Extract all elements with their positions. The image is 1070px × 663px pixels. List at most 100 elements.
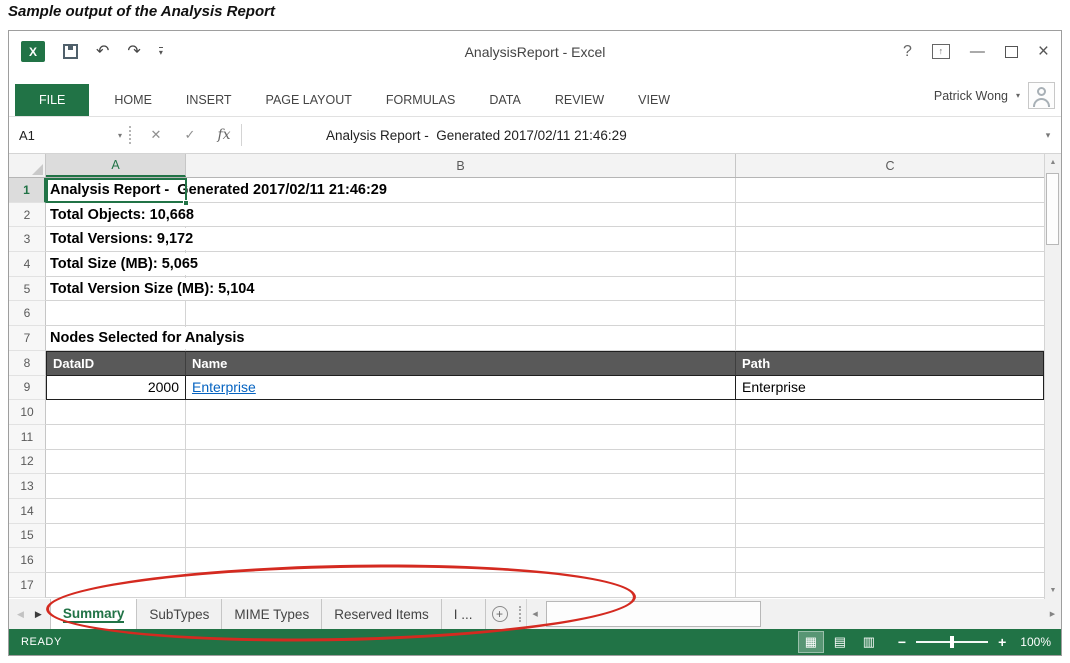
ribbon-display-options-icon[interactable]: ↑ <box>932 44 950 59</box>
tab-home[interactable]: HOME <box>97 84 169 116</box>
tab-data[interactable]: DATA <box>472 84 537 116</box>
minimize-button[interactable]: — <box>970 44 985 59</box>
cell-B15[interactable] <box>186 524 736 549</box>
cell-C11[interactable] <box>736 425 1044 450</box>
cell-B3[interactable] <box>186 227 736 252</box>
row-header-16[interactable]: 16 <box>9 548 46 573</box>
cell-C13[interactable] <box>736 474 1044 499</box>
cell-A11[interactable] <box>46 425 186 450</box>
tab-bar-splitter[interactable] <box>519 606 521 622</box>
zoom-slider-thumb[interactable] <box>950 636 954 648</box>
sheet-tab-reserved-items[interactable]: Reserved Items <box>322 599 442 629</box>
row-header-17[interactable]: 17 <box>9 573 46 598</box>
row-header-12[interactable]: 12 <box>9 450 46 475</box>
customize-qat-icon[interactable]: ▾ <box>159 47 163 57</box>
cell-A12[interactable] <box>46 450 186 475</box>
insert-function-icon[interactable]: fx <box>207 117 241 153</box>
tab-page-layout[interactable]: PAGE LAYOUT <box>249 84 369 116</box>
cell-C16[interactable] <box>736 548 1044 573</box>
cell-C17[interactable] <box>736 573 1044 598</box>
cell-B8[interactable]: Name <box>186 351 736 376</box>
sheet-tab-subtypes[interactable]: SubTypes <box>137 599 222 629</box>
tab-insert[interactable]: INSERT <box>169 84 249 116</box>
row-header-7[interactable]: 7 <box>9 326 46 351</box>
undo-icon[interactable]: ↶ <box>96 44 109 60</box>
cell-C10[interactable] <box>736 400 1044 425</box>
cell-B16[interactable] <box>186 548 736 573</box>
row-header-10[interactable]: 10 <box>9 400 46 425</box>
cell-B5[interactable] <box>186 277 736 302</box>
scroll-left-icon[interactable]: ◀ <box>527 599 544 629</box>
sheet-tab-i-[interactable]: I ... <box>442 599 486 629</box>
cell-A15[interactable] <box>46 524 186 549</box>
cell-C9[interactable]: Enterprise <box>736 376 1044 401</box>
cell-A16[interactable] <box>46 548 186 573</box>
tab-review[interactable]: REVIEW <box>538 84 621 116</box>
cell-A17[interactable] <box>46 573 186 598</box>
page-break-view-icon[interactable]: ▥ <box>857 632 881 652</box>
select-all-corner[interactable] <box>9 154 46 177</box>
row-header-2[interactable]: 2 <box>9 203 46 228</box>
cell-B9[interactable]: Enterprise <box>186 376 736 401</box>
zoom-level[interactable]: 100% <box>1020 635 1051 649</box>
horizontal-scrollbar[interactable]: ◀ ▶ <box>526 599 1061 629</box>
tab-formulas[interactable]: FORMULAS <box>369 84 472 116</box>
zoom-out-button[interactable]: − <box>898 634 906 650</box>
cell-B2[interactable] <box>186 203 736 228</box>
scroll-up-icon[interactable]: ▲ <box>1045 154 1061 171</box>
name-box[interactable]: A1 ▾ <box>9 117 129 153</box>
row-header-14[interactable]: 14 <box>9 499 46 524</box>
cell-C3[interactable] <box>736 227 1044 252</box>
horizontal-scroll-thumb[interactable] <box>546 601 761 627</box>
row-header-8[interactable]: 8 <box>9 351 46 376</box>
cell-C14[interactable] <box>736 499 1044 524</box>
cell-C15[interactable] <box>736 524 1044 549</box>
cell-B6[interactable] <box>186 301 736 326</box>
cell-A6[interactable] <box>46 301 186 326</box>
cell-C8[interactable]: Path <box>736 351 1044 376</box>
row-header-13[interactable]: 13 <box>9 474 46 499</box>
row-header-4[interactable]: 4 <box>9 252 46 277</box>
redo-icon[interactable]: ↷ <box>127 44 140 60</box>
cell-A13[interactable] <box>46 474 186 499</box>
column-header-C[interactable]: C <box>736 154 1044 177</box>
cell-B12[interactable] <box>186 450 736 475</box>
zoom-slider[interactable] <box>916 641 988 643</box>
sheet-tab-summary[interactable]: Summary <box>50 599 138 629</box>
tab-file[interactable]: FILE <box>15 84 89 116</box>
save-icon[interactable] <box>63 44 78 59</box>
zoom-in-button[interactable]: + <box>998 634 1006 650</box>
cell-C1[interactable] <box>736 178 1044 203</box>
cell-B11[interactable] <box>186 425 736 450</box>
help-button[interactable]: ? <box>903 43 912 61</box>
excel-logo-icon[interactable]: X <box>21 41 45 62</box>
column-header-B[interactable]: B <box>186 154 736 177</box>
row-header-9[interactable]: 9 <box>9 376 46 401</box>
row-header-11[interactable]: 11 <box>9 425 46 450</box>
cell-A9[interactable]: 2000 <box>46 376 186 401</box>
scroll-down-icon[interactable]: ▼ <box>1045 582 1061 599</box>
new-sheet-button[interactable]: + <box>486 599 514 629</box>
cancel-icon[interactable]: ✕ <box>139 117 173 153</box>
row-header-15[interactable]: 15 <box>9 524 46 549</box>
prev-sheet-icon[interactable]: ◀ <box>17 609 24 620</box>
vertical-scrollbar[interactable]: ▲ ▼ <box>1044 154 1061 599</box>
next-sheet-icon[interactable]: ▶ <box>35 609 42 620</box>
cell-C7[interactable] <box>736 326 1044 351</box>
name-box-dropdown-icon[interactable]: ▾ <box>118 131 129 140</box>
enterprise-link[interactable]: Enterprise <box>192 379 256 395</box>
vertical-scroll-track[interactable] <box>1045 171 1061 582</box>
cell-B13[interactable] <box>186 474 736 499</box>
cell-B17[interactable] <box>186 573 736 598</box>
cell-A14[interactable] <box>46 499 186 524</box>
page-layout-view-icon[interactable]: ▤ <box>828 632 852 652</box>
cell-A10[interactable] <box>46 400 186 425</box>
cell-C2[interactable] <box>736 203 1044 228</box>
tab-view[interactable]: VIEW <box>621 84 687 116</box>
cell-C6[interactable] <box>736 301 1044 326</box>
close-button[interactable]: × <box>1038 42 1049 61</box>
horizontal-scroll-track[interactable] <box>544 599 1044 629</box>
maximize-button[interactable] <box>1005 46 1018 58</box>
cell-B10[interactable] <box>186 400 736 425</box>
cell-B7[interactable] <box>186 326 736 351</box>
